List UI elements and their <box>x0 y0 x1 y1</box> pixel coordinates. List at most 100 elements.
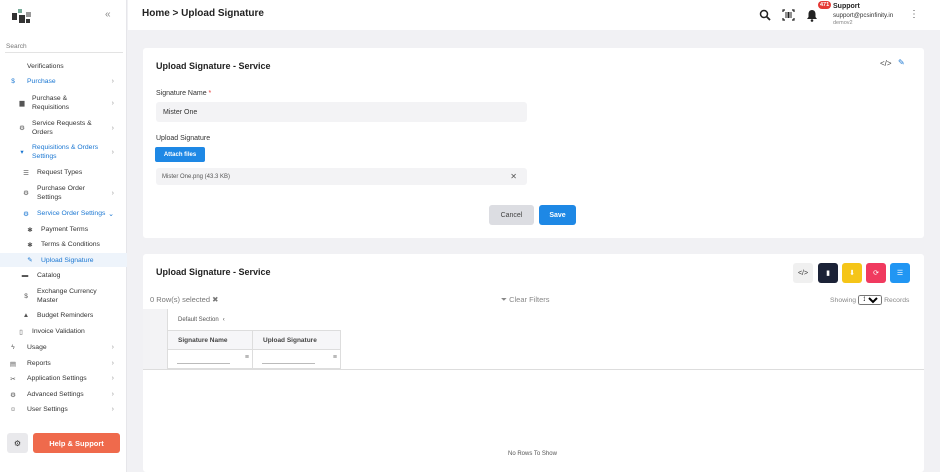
app-logo <box>12 9 32 25</box>
signature-name-label-text: Signature Name <box>156 90 207 97</box>
sidebar-item-label: Advanced Settings <box>27 391 84 398</box>
remove-file-icon[interactable]: ✕ <box>510 172 517 181</box>
filter-menu-icon[interactable]: ≡ <box>333 354 337 361</box>
section-label: Default Section <box>178 316 219 323</box>
chevron-right-icon: › <box>111 99 114 107</box>
help-support-button[interactable]: Help & Support <box>33 433 120 453</box>
attached-file-row: Mister One.png (43.3 KB) ✕ <box>156 168 527 185</box>
collapse-sidebar-icon[interactable]: « <box>105 9 111 20</box>
required-asterisk: * <box>208 90 212 97</box>
sidebar-item-user-settings[interactable]: ☺ User Settings › <box>0 405 127 414</box>
sidebar-item-label: Catalog <box>37 272 61 279</box>
columns-menu-button[interactable]: ☰ <box>890 263 910 283</box>
column-header-upload-signature[interactable]: Upload Signature <box>253 331 341 350</box>
sidebar-item-label: Reports <box>27 360 51 367</box>
grid-row-gutter <box>143 309 168 369</box>
download-button[interactable]: ⬇ <box>842 263 862 283</box>
sidebar-item-catalog[interactable]: ▬ Catalog <box>0 271 127 280</box>
clear-selection-icon[interactable]: ✖ <box>212 295 218 304</box>
search-icon[interactable] <box>758 8 772 22</box>
upload-signature-form-card: Upload Signature - Service </> ✎ Signatu… <box>143 48 924 238</box>
records-label: Records <box>884 296 910 304</box>
cancel-button[interactable]: Cancel <box>489 205 534 225</box>
upload-signature-label: Upload Signature <box>156 135 211 142</box>
rows-selected-indicator: 0 Row(s) selected ✖ <box>150 295 218 304</box>
briefcase-icon: ▆ <box>19 100 25 107</box>
filter-cell-signature-name: ≡ <box>168 350 253 369</box>
signature-name-label: Signature Name * <box>156 90 211 97</box>
save-button[interactable]: Save <box>539 205 576 225</box>
asterisk-icon: ✱ <box>27 241 33 249</box>
chevron-right-icon: › <box>111 360 114 367</box>
top-header: Home > Upload Signature 471 Support supp… <box>128 0 940 30</box>
sidebar-item-reports[interactable]: ▤ Reports › <box>0 359 127 368</box>
chevron-left-icon[interactable]: ‹ <box>223 317 225 323</box>
document-icon: ▮ <box>826 270 830 277</box>
grid-section-header: Default Section ‹ <box>168 309 341 331</box>
clear-filters-label: Clear Filters <box>509 295 550 304</box>
filter-input-upload-signature[interactable] <box>262 354 315 364</box>
sidebar-item-label: Requisitions & Orders Settings <box>32 144 99 160</box>
no-rows-message: No Rows To Show <box>508 451 557 457</box>
dollar-icon: $ <box>24 292 28 300</box>
support-email[interactable]: support@pcsinfinity.in <box>833 12 893 19</box>
sidebar-item-label: Purchase & Requisitions <box>32 95 70 111</box>
sidebar-item-label: Verifications <box>27 63 64 70</box>
filter-menu-icon[interactable]: ≡ <box>245 354 249 361</box>
sidebar-item-payment-terms[interactable]: ✱ Payment Terms <box>0 225 127 234</box>
sidebar-item-service-requests[interactable]: ⚙ Service Requests & Orders › <box>0 119 127 137</box>
page-size-select[interactable]: 100 <box>858 295 883 305</box>
chevron-down-icon: ⌄ <box>108 210 114 218</box>
chevron-right-icon: › <box>111 344 114 351</box>
sidebar-item-application-settings[interactable]: ✂ Application Settings › <box>0 374 127 383</box>
bell-icon[interactable] <box>805 8 819 22</box>
signature-name-input[interactable]: Mister One <box>156 102 527 122</box>
sidebar-item-label: Terms & Conditions <box>41 241 100 248</box>
sidebar-item-verifications[interactable]: Verifications <box>0 62 127 71</box>
sidebar-item-advanced-settings[interactable]: ⚙ Advanced Settings › <box>0 390 127 399</box>
settings-gear-button[interactable]: ⚙ <box>7 433 28 453</box>
sidebar-item-invoice-validation[interactable]: ▯ Invoice Validation <box>0 327 127 336</box>
refresh-button[interactable]: ⟳ <box>866 263 886 283</box>
sidebar-item-label: Application Settings <box>27 375 87 382</box>
bell-icon: ▲ <box>22 312 30 319</box>
sidebar-item-requisitions-orders-settings[interactable]: ▾ Requisitions & Orders Settings › <box>0 143 127 161</box>
code-icon[interactable]: </> <box>880 59 892 68</box>
sidebar-item-terms-conditions[interactable]: ✱ Terms & Conditions <box>0 240 127 249</box>
code-view-button[interactable]: </> <box>793 263 813 283</box>
sidebar: « Search Verifications $ Purchase › ▆ Pu… <box>0 0 127 472</box>
sidebar-item-purchase-requisitions[interactable]: ▆ Purchase & Requisitions › <box>0 94 127 112</box>
dollar-icon: $ <box>11 78 15 85</box>
sidebar-item-service-order-settings[interactable]: ⚙ Service Order Settings ⌄ <box>0 209 127 218</box>
filter-input-signature-name[interactable] <box>177 354 230 364</box>
export-document-button[interactable]: ▮ <box>818 263 838 283</box>
book-icon: ▬ <box>21 272 29 279</box>
sidebar-item-budget-reminders[interactable]: ▲ Budget Reminders <box>0 311 127 320</box>
edit-pencil-icon[interactable]: ✎ <box>898 58 905 67</box>
list-icon: ☰ <box>896 270 904 277</box>
sidebar-item-label: Payment Terms <box>41 226 89 233</box>
support-subtitle: demov2 <box>833 20 853 26</box>
sidebar-item-request-types[interactable]: ☰ Request Types <box>0 168 127 177</box>
sidebar-item-label: Exchange Currency Master <box>37 288 97 304</box>
user-gear-icon: ☺ <box>9 406 17 413</box>
report-icon: ▤ <box>9 360 17 368</box>
barcode-scan-icon[interactable] <box>781 8 795 22</box>
more-vertical-icon[interactable]: ⋮ <box>909 9 919 20</box>
attach-files-button[interactable]: Attach files <box>155 147 205 162</box>
sidebar-item-purchase-order-settings[interactable]: ⚙ Purchase Order Settings › <box>0 184 127 202</box>
cogs-icon: ⚙ <box>19 125 25 132</box>
sidebar-item-exchange-currency[interactable]: $ Exchange Currency Master <box>0 287 127 305</box>
sidebar-search-input[interactable]: Search <box>6 43 27 50</box>
column-header-signature-name[interactable]: Signature Name <box>168 331 253 350</box>
search-underline <box>5 52 123 53</box>
clear-filters-button[interactable]: ⏷ Clear Filters <box>501 295 550 305</box>
sidebar-item-usage[interactable]: ϟ Usage › <box>0 343 127 352</box>
chevron-right-icon: › <box>111 124 114 132</box>
sidebar-item-label: Service Order Settings <box>37 210 106 217</box>
asterisk-icon: ✱ <box>27 226 33 234</box>
sidebar-item-purchase[interactable]: $ Purchase › <box>0 77 127 86</box>
sidebar-item-upload-signature[interactable]: ✎ Upload Signature <box>0 253 127 267</box>
bolt-icon: ϟ <box>11 344 15 351</box>
sidebar-item-label: Purchase <box>27 78 56 85</box>
